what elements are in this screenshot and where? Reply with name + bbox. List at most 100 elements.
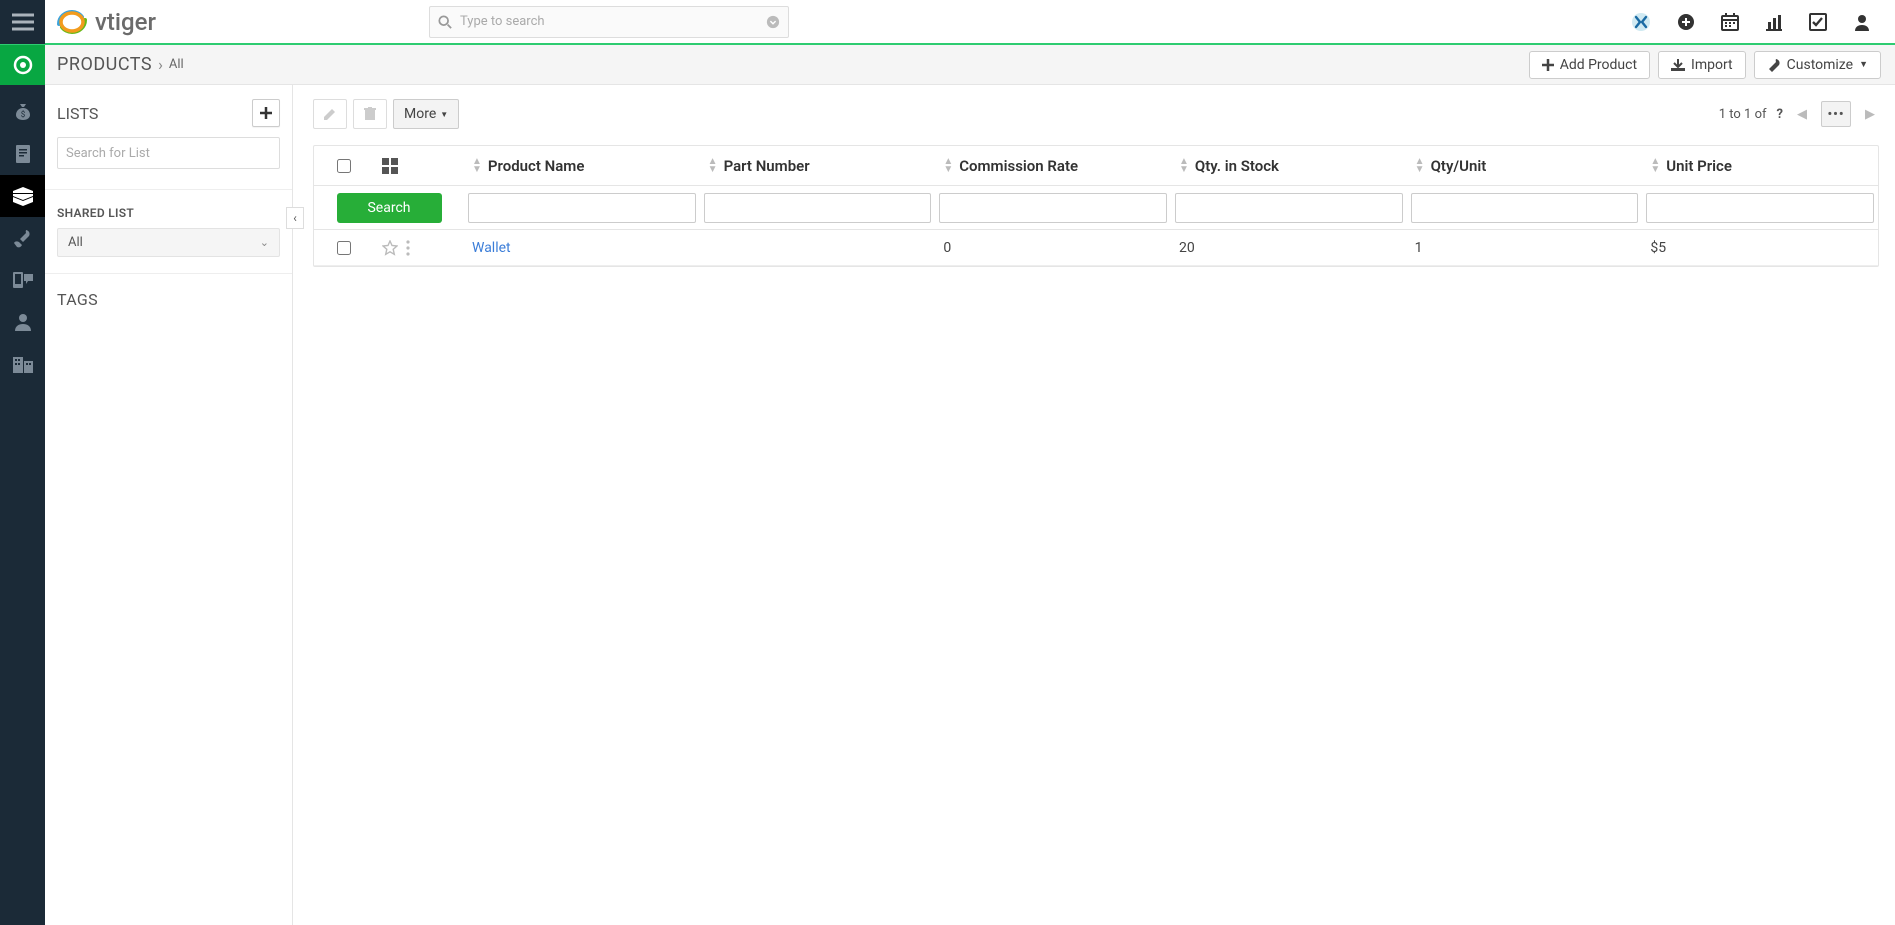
row-qty-in-stock: 20 [1171, 240, 1407, 256]
kebab-icon[interactable] [406, 240, 410, 256]
trash-icon [364, 107, 376, 121]
sort-icon: ▲▼ [1650, 158, 1660, 174]
table-filter-row: Search [314, 186, 1878, 230]
svg-text:vtiger: vtiger [95, 8, 156, 36]
module-indicator[interactable] [0, 45, 45, 85]
select-all-checkbox[interactable] [337, 159, 351, 173]
vtiger-logo[interactable]: vtiger [45, 6, 229, 38]
pager-next[interactable]: ▶ [1861, 107, 1879, 122]
quick-create-icon[interactable] [1677, 13, 1695, 31]
more-label: More [404, 106, 436, 122]
divider [45, 273, 292, 274]
rail-organizations[interactable] [0, 343, 45, 385]
import-label: Import [1691, 57, 1733, 73]
top-bar: vtiger [0, 0, 1895, 45]
menu-toggle[interactable] [0, 0, 45, 44]
filter-part-number[interactable] [704, 193, 932, 223]
breadcrumb: PRODUCTS › All [45, 54, 184, 75]
tasks-icon[interactable] [1809, 13, 1827, 31]
buildings-icon [12, 354, 34, 374]
moneybag-icon: $ [13, 102, 33, 122]
sort-icon: ▲▼ [708, 158, 718, 174]
col-commission-rate[interactable]: ▲▼Commission Rate [935, 157, 1171, 175]
pager: 1 to 1 of ? ◀ ••• ▶ [1719, 101, 1879, 127]
edit-button[interactable] [313, 99, 347, 129]
extension-icon[interactable] [1631, 12, 1651, 32]
import-button[interactable]: Import [1658, 51, 1746, 79]
sidebar-collapse[interactable]: ‹ [286, 207, 304, 229]
list-toolbar: More ▼ 1 to 1 of ? ◀ ••• ▶ [313, 99, 1879, 129]
device-chat-icon [12, 270, 34, 290]
sort-icon: ▲▼ [472, 158, 482, 174]
hamburger-icon [12, 13, 34, 31]
breadcrumb-separator: › [158, 55, 163, 74]
filter-commission-rate[interactable] [939, 193, 1167, 223]
person-icon [13, 312, 33, 332]
customize-button[interactable]: Customize ▼ [1754, 51, 1881, 79]
search-dropdown-icon[interactable] [766, 15, 780, 29]
col-unit-price[interactable]: ▲▼Unit Price [1642, 157, 1878, 175]
lists-heading: LISTS [57, 104, 98, 123]
pager-range: 1 to 1 of [1719, 107, 1767, 122]
svg-text:$: $ [20, 110, 25, 119]
table-search-button[interactable]: Search [337, 193, 442, 223]
calendar-icon[interactable] [1721, 13, 1739, 31]
grid-view-icon[interactable] [382, 158, 398, 174]
table-header: ▲▼Product Name ▲▼Part Number ▲▼Commissio… [314, 146, 1878, 186]
star-icon[interactable] [382, 240, 398, 256]
table-row[interactable]: Wallet 0 20 1 $5 [314, 230, 1878, 266]
user-icon[interactable] [1853, 13, 1871, 31]
divider [45, 189, 292, 190]
breadcrumb-filter[interactable]: All [169, 57, 184, 72]
filter-qty-unit[interactable] [1411, 193, 1639, 223]
top-icons [1631, 12, 1895, 32]
filter-qty-in-stock[interactable] [1175, 193, 1403, 223]
pager-jump[interactable]: ••• [1821, 101, 1851, 127]
nav-rail: $ [0, 85, 45, 925]
list-search-input[interactable] [66, 146, 271, 161]
reports-icon[interactable] [1765, 13, 1783, 31]
global-search[interactable] [429, 6, 789, 38]
col-qty-in-stock[interactable]: ▲▼Qty. in Stock [1171, 157, 1407, 175]
rail-products[interactable] [0, 175, 45, 217]
sort-icon: ▲▼ [1415, 158, 1425, 174]
list-content: More ▼ 1 to 1 of ? ◀ ••• ▶ ▲▼Product Na [293, 85, 1895, 925]
sort-icon: ▲▼ [943, 158, 953, 174]
filter-sidebar: LISTS SHARED LIST All ⌄ TAGS ‹ [45, 85, 293, 925]
add-product-button[interactable]: Add Product [1529, 51, 1650, 79]
row-unit-price: $5 [1642, 240, 1878, 256]
chevron-down-icon: ⌄ [260, 236, 269, 249]
more-button[interactable]: More ▼ [393, 99, 459, 129]
add-product-label: Add Product [1560, 57, 1637, 73]
list-search[interactable] [57, 137, 280, 169]
module-actions: Add Product Import Customize ▼ [1529, 51, 1895, 79]
delete-button[interactable] [353, 99, 387, 129]
rail-campaigns[interactable] [0, 259, 45, 301]
add-list-button[interactable] [252, 99, 280, 127]
col-product-name[interactable]: ▲▼Product Name [464, 157, 700, 175]
rail-quotes[interactable] [0, 133, 45, 175]
pencil-icon [323, 107, 337, 121]
box-icon [12, 186, 34, 206]
rail-opportunities[interactable]: $ [0, 91, 45, 133]
row-product-name[interactable]: Wallet [472, 240, 511, 256]
shared-list-select[interactable]: All ⌄ [57, 228, 280, 257]
global-search-input[interactable] [460, 14, 766, 29]
rail-contacts[interactable] [0, 301, 45, 343]
col-part-number[interactable]: ▲▼Part Number [700, 157, 936, 175]
document-icon [13, 144, 33, 164]
plus-icon [1542, 59, 1554, 71]
import-icon [1671, 59, 1685, 71]
filter-unit-price[interactable] [1646, 193, 1874, 223]
row-commission-rate: 0 [935, 240, 1171, 256]
module-name: PRODUCTS [57, 54, 152, 75]
target-icon [13, 55, 33, 75]
row-checkbox[interactable] [337, 241, 351, 255]
pager-prev[interactable]: ◀ [1793, 107, 1811, 122]
col-qty-unit[interactable]: ▲▼Qty/Unit [1407, 157, 1643, 175]
tags-heading: TAGS [57, 290, 280, 309]
rail-services[interactable] [0, 217, 45, 259]
filter-product-name[interactable] [468, 193, 696, 223]
chevron-left-icon: ‹ [293, 211, 297, 225]
pager-total[interactable]: ? [1777, 107, 1783, 122]
